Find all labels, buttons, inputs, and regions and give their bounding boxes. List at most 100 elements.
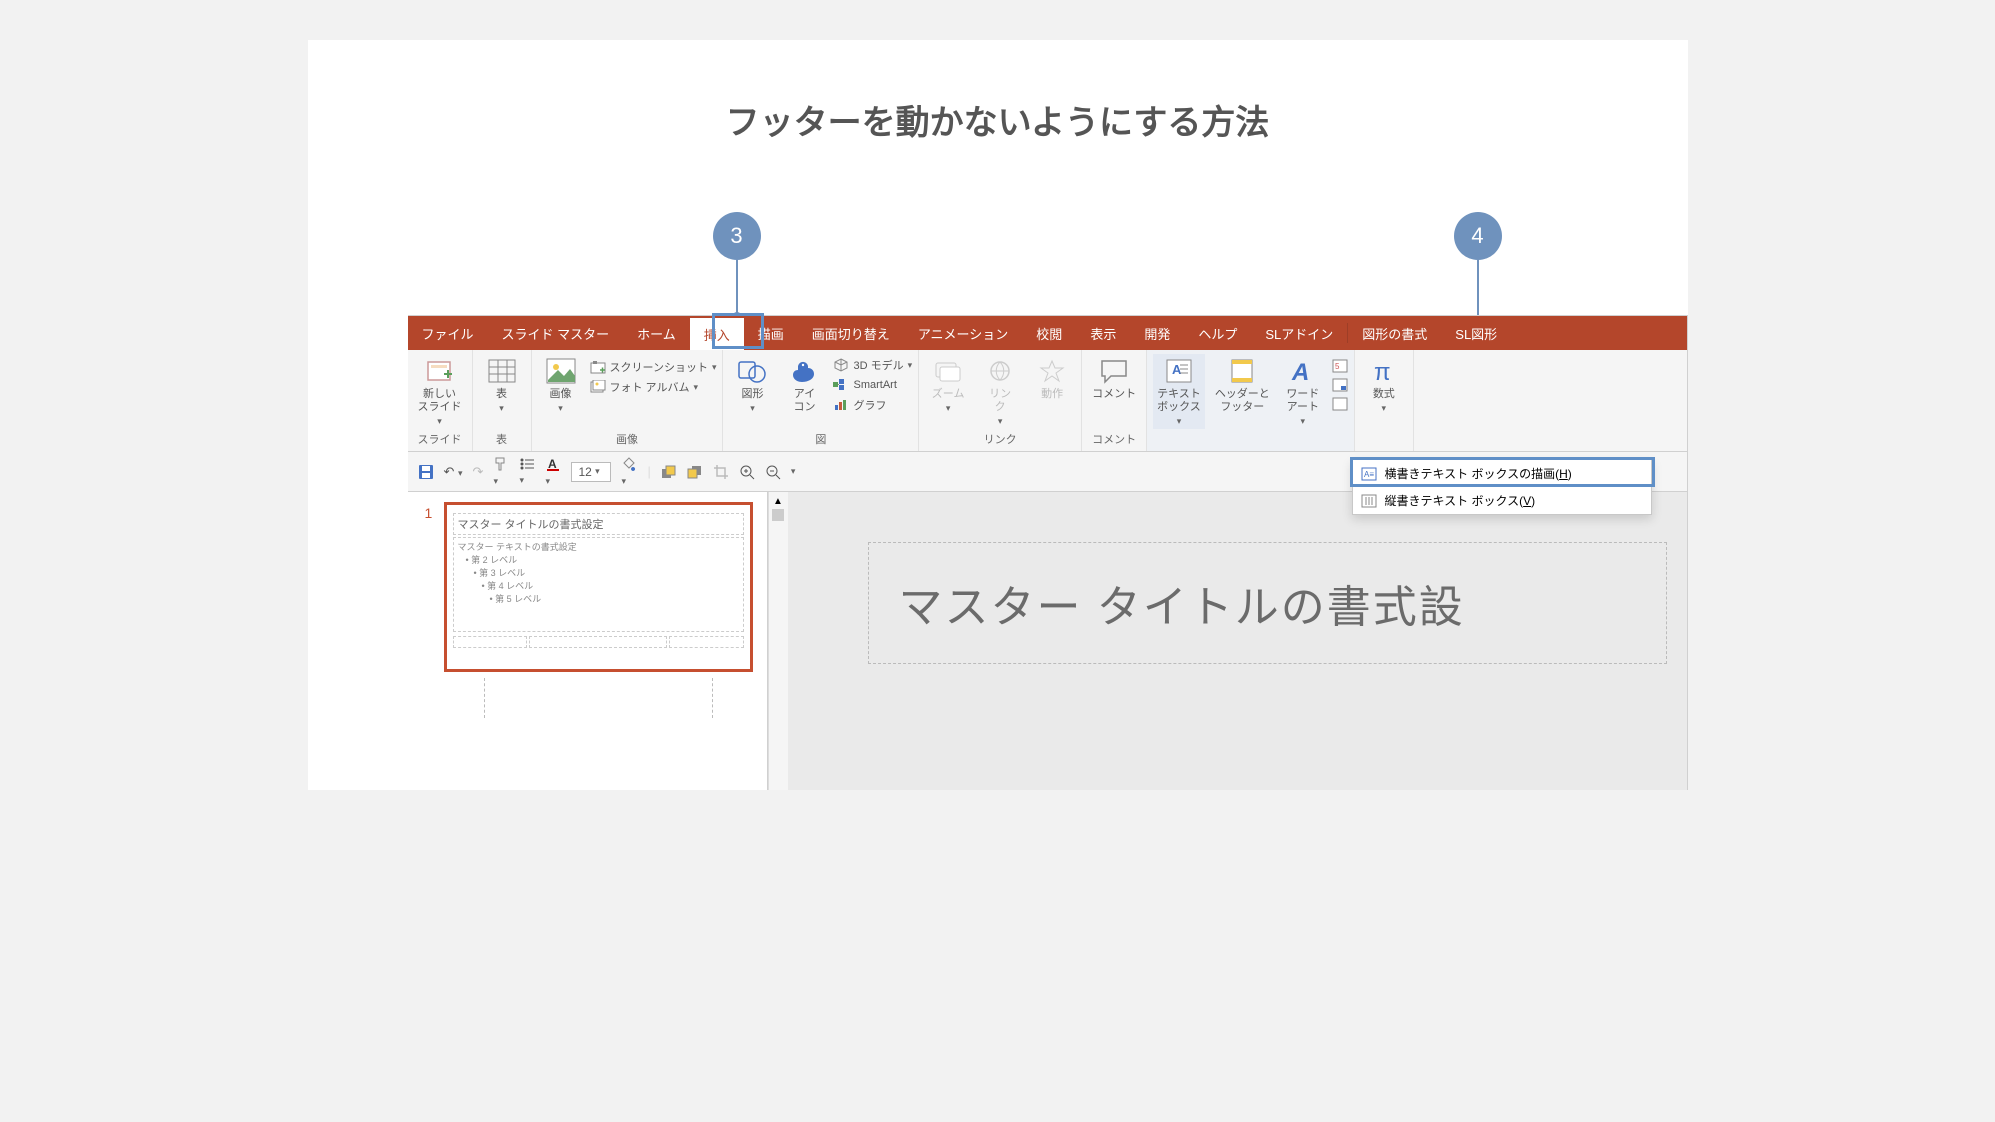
comment-button[interactable]: コメント bbox=[1088, 354, 1140, 403]
image-button[interactable]: 画像 ▾ bbox=[538, 354, 584, 416]
zoom-button: ズーム ▾ bbox=[925, 354, 971, 416]
table-button[interactable]: 表 ▾ bbox=[479, 354, 525, 416]
chevron-down-icon: ▾ bbox=[437, 416, 442, 427]
pi-icon: π bbox=[1369, 356, 1399, 386]
group-comment: コメント コメント bbox=[1082, 350, 1147, 451]
zoom-in-icon[interactable] bbox=[739, 464, 755, 480]
svg-text:5: 5 bbox=[1335, 362, 1340, 371]
action-button: 動作 bbox=[1029, 354, 1075, 403]
tab-review[interactable]: 校閲 bbox=[1022, 316, 1076, 350]
wordart-button[interactable]: A ワード アート ▾ bbox=[1280, 354, 1326, 429]
svg-text:A≡: A≡ bbox=[1364, 470, 1374, 479]
tab-draw[interactable]: 描画 bbox=[744, 316, 798, 350]
shapes-button[interactable]: 図形 ▾ bbox=[729, 354, 775, 416]
font-color-icon[interactable]: A ▾ bbox=[545, 456, 561, 487]
headerfooter-icon bbox=[1227, 356, 1257, 386]
horizontal-textbox-item[interactable]: A≡ 横書きテキスト ボックスの描画(H) bbox=[1353, 460, 1651, 487]
duck-icon bbox=[789, 356, 819, 386]
link-button: リン ク ▾ bbox=[977, 354, 1023, 429]
tab-insert[interactable]: 挿入 bbox=[690, 316, 744, 350]
comment-icon bbox=[1099, 356, 1129, 386]
picture-icon bbox=[546, 356, 576, 386]
smartart-icon bbox=[833, 377, 849, 393]
equation-button[interactable]: π 数式 ▾ bbox=[1361, 354, 1407, 416]
slidenumber-icon[interactable] bbox=[1332, 377, 1348, 393]
star-icon bbox=[1037, 356, 1067, 386]
icons-button[interactable]: アイ コン bbox=[781, 354, 827, 416]
slide-thumbnail-panel: 1 マスター タイトルの書式設定 マスター テキストの書式設定 • 第 2 レベ… bbox=[408, 492, 768, 790]
callout-badge-3: 3 bbox=[713, 212, 761, 260]
tab-slidemaster[interactable]: スライド マスター bbox=[488, 316, 624, 350]
3d-model-button[interactable]: 3D モデル ▾ bbox=[833, 356, 912, 374]
new-slide-icon bbox=[425, 356, 455, 386]
chevron-down-icon: ▾ bbox=[499, 403, 504, 414]
zoom-icon bbox=[933, 356, 963, 386]
tab-help[interactable]: ヘルプ bbox=[1184, 316, 1251, 350]
chevron-down-icon: ▾ bbox=[1177, 416, 1182, 427]
callout-stem-3 bbox=[736, 260, 738, 316]
thumbnail-scrollbar[interactable]: ▲ bbox=[768, 492, 788, 790]
textbox-h-icon: A≡ bbox=[1361, 466, 1377, 482]
crop-icon[interactable] bbox=[713, 464, 729, 480]
powerpoint-window: ファイル スライド マスター ホーム 挿入 描画 画面切り替え アニメーション … bbox=[408, 315, 1688, 790]
callout-badge-4: 4 bbox=[1454, 212, 1502, 260]
wordart-icon: A bbox=[1288, 356, 1318, 386]
save-icon[interactable] bbox=[418, 464, 434, 480]
cube-icon bbox=[833, 357, 849, 373]
smartart-button[interactable]: SmartArt bbox=[833, 376, 912, 394]
svg-text:A: A bbox=[1291, 359, 1309, 384]
bullets-icon[interactable]: ▾ bbox=[519, 457, 535, 486]
tab-view[interactable]: 表示 bbox=[1076, 316, 1130, 350]
tab-developer[interactable]: 開発 bbox=[1130, 316, 1184, 350]
group-table: 表 ▾ 表 bbox=[473, 350, 532, 451]
font-size-input[interactable]: 12 ▾ bbox=[571, 462, 611, 482]
table-icon bbox=[487, 356, 517, 386]
vertical-textbox-item[interactable]: 縦書きテキスト ボックス(V) bbox=[1353, 487, 1651, 514]
ribbon: 新しい スライド ▾ スライド 表 ▾ 表 bbox=[408, 350, 1687, 452]
format-painter-icon[interactable]: ▾ bbox=[493, 456, 509, 487]
object-icon[interactable] bbox=[1332, 396, 1348, 412]
photo-album-button[interactable]: フォト アルバム ▾ bbox=[590, 378, 717, 396]
qat-customize-icon[interactable]: ▾ bbox=[791, 466, 796, 477]
tab-slshape[interactable]: SL図形 bbox=[1441, 316, 1511, 350]
workspace: 1 マスター タイトルの書式設定 マスター テキストの書式設定 • 第 2 レベ… bbox=[408, 492, 1687, 790]
bring-forward-icon[interactable] bbox=[661, 465, 677, 479]
group-symbol: π 数式 ▾ bbox=[1355, 350, 1414, 451]
master-title-placeholder[interactable]: マスター タイトルの書式設 bbox=[868, 542, 1667, 664]
textbox-button[interactable]: A テキスト ボックス ▾ bbox=[1153, 354, 1205, 429]
chart-icon bbox=[833, 397, 849, 413]
tab-transition[interactable]: 画面切り替え bbox=[798, 316, 904, 350]
new-slide-button[interactable]: 新しい スライド ▾ bbox=[414, 354, 466, 429]
send-backward-icon[interactable] bbox=[687, 465, 703, 479]
link-icon bbox=[985, 356, 1015, 386]
album-icon bbox=[590, 379, 606, 395]
slide-thumbnail-1[interactable]: 1 マスター タイトルの書式設定 マスター テキストの書式設定 • 第 2 レベ… bbox=[444, 502, 753, 672]
tab-animation[interactable]: アニメーション bbox=[904, 316, 1022, 350]
shape-fill-icon[interactable]: ▾ bbox=[621, 456, 637, 487]
screenshot-button[interactable]: スクリーンショット ▾ bbox=[590, 358, 717, 376]
screenshot-icon bbox=[590, 359, 606, 375]
header-footer-button[interactable]: ヘッダーと フッター bbox=[1211, 354, 1274, 416]
tab-sladdin[interactable]: SLアドイン bbox=[1251, 316, 1347, 350]
tab-shapeformat[interactable]: 図形の書式 bbox=[1348, 316, 1441, 350]
shapes-icon bbox=[737, 356, 767, 386]
svg-text:π: π bbox=[1374, 359, 1391, 384]
chevron-down-icon: ▾ bbox=[1301, 416, 1306, 427]
chart-button[interactable]: グラフ bbox=[833, 396, 912, 414]
tab-file[interactable]: ファイル bbox=[408, 316, 488, 350]
textbox-dropdown: A≡ 横書きテキスト ボックスの描画(H) 縦書きテキスト ボックス(V) bbox=[1352, 459, 1652, 515]
group-image: 画像 ▾ スクリーンショット ▾ bbox=[532, 350, 724, 451]
chevron-down-icon: ▾ bbox=[750, 403, 755, 414]
group-illustration: 図形 ▾ アイ コン 3D モデル bbox=[723, 350, 919, 451]
svg-text:A: A bbox=[548, 457, 557, 471]
tab-home[interactable]: ホーム bbox=[623, 316, 690, 350]
zoom-out-icon[interactable] bbox=[765, 464, 781, 480]
slide-canvas[interactable]: マスター タイトルの書式設 bbox=[788, 492, 1687, 790]
group-link: ズーム ▾ リン ク ▾ 動作 bbox=[919, 350, 1082, 451]
group-slide: 新しい スライド ▾ スライド bbox=[408, 350, 473, 451]
date-icon[interactable]: 5 bbox=[1332, 358, 1348, 374]
ribbon-tabs: ファイル スライド マスター ホーム 挿入 描画 画面切り替え アニメーション … bbox=[408, 316, 1687, 350]
thumbnail-number: 1 bbox=[425, 505, 433, 521]
undo-icon[interactable]: ↶ ▾ bbox=[444, 464, 463, 480]
redo-icon[interactable]: ↷ bbox=[473, 464, 484, 480]
